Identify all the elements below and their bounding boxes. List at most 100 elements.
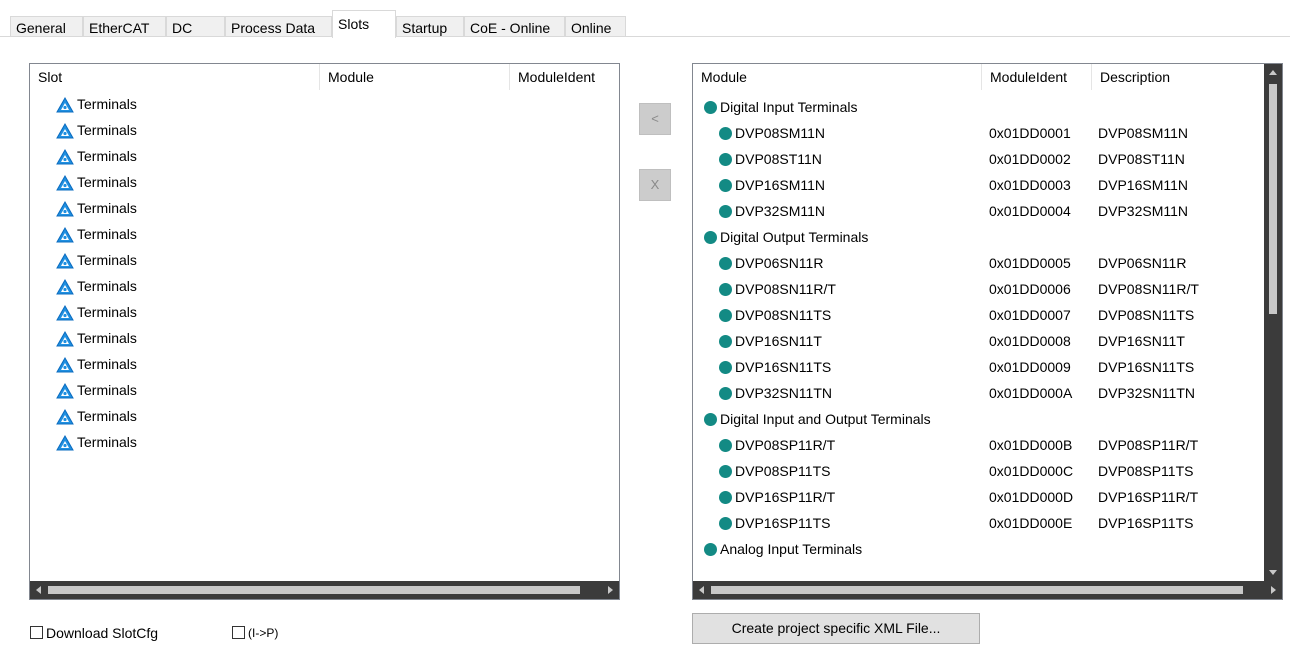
column-header-moduleident[interactable]: ModuleIdent: [510, 64, 619, 90]
module-row[interactable]: DVP08ST11N 0x01DD0002 DVP08ST11N: [693, 146, 1263, 172]
module-row[interactable]: DVP32SN11TN 0x01DD000A DVP32SN11TN: [693, 380, 1263, 406]
tab-slots[interactable]: Slots: [332, 10, 396, 38]
module-ident: 0x01DD000A: [989, 385, 1073, 401]
slot-row[interactable]: Terminals: [30, 143, 600, 169]
module-row[interactable]: DVP16SP11R/T 0x01DD000D DVP16SP11R/T: [693, 484, 1263, 510]
scroll-left-icon[interactable]: [36, 586, 41, 594]
module-name: DVP16SN11TS: [735, 359, 832, 375]
module-description: DVP08SP11R/T: [1098, 437, 1199, 453]
module-group-row[interactable]: Digital Input Terminals: [693, 94, 1263, 120]
module-ident: 0x01DD0006: [989, 281, 1071, 297]
warning-triangle-icon: [56, 227, 74, 243]
column-header-module[interactable]: Module: [693, 64, 982, 90]
slot-label: Terminals: [77, 252, 137, 268]
module-ident: 0x01DD000D: [989, 489, 1074, 505]
module-ident: 0x01DD0001: [989, 125, 1071, 141]
warning-triangle-icon: [56, 331, 74, 347]
column-header-moduleident[interactable]: ModuleIdent: [982, 64, 1092, 90]
teal-dot-icon: [719, 205, 732, 218]
slot-row[interactable]: Terminals: [30, 351, 600, 377]
slot-row[interactable]: Terminals: [30, 247, 600, 273]
module-row[interactable]: DVP16SN11T 0x01DD0008 DVP16SN11T: [693, 328, 1263, 354]
module-row[interactable]: DVP16SN11TS 0x01DD0009 DVP16SN11TS: [693, 354, 1263, 380]
slot-row[interactable]: Terminals: [30, 377, 600, 403]
module-name: Digital Output Terminals: [720, 229, 869, 245]
remove-module-button[interactable]: X: [639, 169, 671, 201]
create-xml-file-button[interactable]: Create project specific XML File...: [692, 613, 980, 644]
slot-list[interactable]: Slot Module ModuleIdent Terminals Termina…: [29, 63, 620, 600]
module-row[interactable]: DVP08SN11R/T 0x01DD0006 DVP08SN11R/T: [693, 276, 1263, 302]
scroll-thumb[interactable]: [48, 586, 580, 594]
checkbox-box[interactable]: [232, 626, 245, 639]
column-header-module[interactable]: Module: [320, 64, 510, 90]
scroll-left-icon[interactable]: [699, 586, 704, 594]
slot-row[interactable]: Terminals: [30, 299, 600, 325]
scroll-right-icon[interactable]: [1271, 586, 1276, 594]
module-group-row[interactable]: Digital Input and Output Terminals: [693, 406, 1263, 432]
slot-row[interactable]: Terminals: [30, 273, 600, 299]
scroll-up-icon[interactable]: [1269, 70, 1277, 75]
slot-row[interactable]: Terminals: [30, 195, 600, 221]
module-row[interactable]: DVP08SN11TS 0x01DD0007 DVP08SN11TS: [693, 302, 1263, 328]
horizontal-scrollbar[interactable]: [693, 581, 1282, 599]
module-row[interactable]: DVP06SN11R 0x01DD0005 DVP06SN11R: [693, 250, 1263, 276]
module-name: DVP32SM11N: [735, 203, 826, 219]
warning-triangle-icon: [56, 409, 74, 425]
teal-dot-icon: [719, 309, 732, 322]
module-list[interactable]: Module ModuleIdent Description Digital I…: [692, 63, 1283, 600]
tab-startup[interactable]: Startup: [396, 16, 464, 37]
module-name: Analog Input Terminals: [720, 541, 863, 557]
tab-bar: General EtherCAT DC Process Data Slots S…: [0, 0, 1290, 38]
module-name: DVP08ST11N: [735, 151, 822, 167]
i-to-p-checkbox[interactable]: (I->P): [232, 624, 312, 642]
slot-row[interactable]: Terminals: [30, 169, 600, 195]
module-name: DVP16SM11N: [735, 177, 826, 193]
slot-row[interactable]: Terminals: [30, 325, 600, 351]
slot-row[interactable]: Terminals: [30, 117, 600, 143]
warning-triangle-icon: [56, 279, 74, 295]
column-header-slot[interactable]: Slot: [30, 64, 320, 90]
tab-dc[interactable]: DC: [166, 16, 225, 37]
module-description: DVP08SN11R/T: [1098, 281, 1199, 297]
scroll-right-icon[interactable]: [608, 586, 613, 594]
tab-process-data[interactable]: Process Data: [225, 16, 332, 37]
module-name: DVP08SN11R/T: [735, 281, 836, 297]
insert-module-button[interactable]: <: [639, 103, 671, 135]
module-row[interactable]: DVP08SP11TS 0x01DD000C DVP08SP11TS: [693, 458, 1263, 484]
teal-dot-icon: [719, 517, 732, 530]
module-row[interactable]: DVP16SM11N 0x01DD0003 DVP16SM11N: [693, 172, 1263, 198]
module-row[interactable]: DVP08SP11R/T 0x01DD000B DVP08SP11R/T: [693, 432, 1263, 458]
module-list-header: Module ModuleIdent Description: [693, 64, 1282, 90]
scroll-thumb[interactable]: [1269, 84, 1277, 314]
scroll-thumb[interactable]: [711, 586, 1243, 594]
checkbox-box[interactable]: [30, 626, 43, 639]
teal-dot-icon: [704, 231, 717, 244]
scroll-down-icon[interactable]: [1269, 570, 1277, 575]
module-row[interactable]: DVP16SP11TS 0x01DD000E DVP16SP11TS: [693, 510, 1263, 536]
slot-row[interactable]: Terminals: [30, 429, 600, 455]
vertical-scrollbar[interactable]: [1264, 64, 1282, 581]
module-group-row[interactable]: Digital Output Terminals: [693, 224, 1263, 250]
warning-triangle-icon: [56, 149, 74, 165]
module-row[interactable]: DVP32SM11N 0x01DD0004 DVP32SM11N: [693, 198, 1263, 224]
teal-dot-icon: [719, 465, 732, 478]
module-name: DVP08SM11N: [735, 125, 826, 141]
slot-row[interactable]: Terminals: [30, 221, 600, 247]
tab-online[interactable]: Online: [565, 16, 626, 37]
tab-coe-online[interactable]: CoE - Online: [464, 16, 565, 37]
slot-row[interactable]: Terminals: [30, 91, 600, 117]
horizontal-scrollbar[interactable]: [30, 581, 619, 599]
module-ident: 0x01DD0009: [989, 359, 1071, 375]
download-slotcfg-checkbox[interactable]: Download SlotCfg: [30, 624, 190, 642]
teal-dot-icon: [719, 387, 732, 400]
slot-row[interactable]: Terminals: [30, 403, 600, 429]
module-description: DVP16SM11N: [1098, 177, 1189, 193]
column-header-description[interactable]: Description: [1092, 64, 1264, 90]
tab-ethercat[interactable]: EtherCAT: [83, 16, 166, 37]
warning-triangle-icon: [56, 123, 74, 139]
module-group-row[interactable]: Analog Input Terminals: [693, 536, 1263, 562]
module-description: DVP08SN11TS: [1098, 307, 1195, 323]
tab-general[interactable]: General: [10, 16, 83, 37]
module-description: DVP06SN11R: [1098, 255, 1187, 271]
module-row[interactable]: DVP08SM11N 0x01DD0001 DVP08SM11N: [693, 120, 1263, 146]
